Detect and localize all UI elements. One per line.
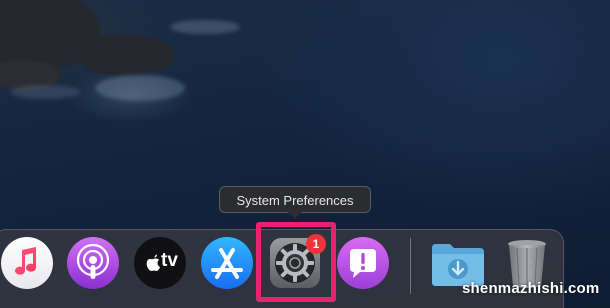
apple-tv-label: tv: [161, 250, 178, 271]
watermark: shenmazhishi.com: [462, 280, 600, 297]
app-store-icon[interactable]: [200, 236, 254, 290]
desktop: System Preferences tv 1 shenmazhishi.com: [0, 0, 610, 308]
wallpaper-surf: [10, 85, 80, 99]
highlight-frame: [256, 222, 336, 302]
dock-tooltip: System Preferences: [219, 186, 371, 219]
music-icon[interactable]: [0, 236, 54, 290]
podcasts-icon[interactable]: [66, 236, 120, 290]
feedback-icon[interactable]: [336, 236, 390, 290]
wallpaper-surf: [95, 75, 185, 101]
wallpaper-surf: [170, 20, 240, 34]
wallpaper-rock: [80, 35, 175, 75]
dock-separator: [410, 238, 411, 294]
apple-tv-icon[interactable]: tv: [133, 236, 187, 290]
